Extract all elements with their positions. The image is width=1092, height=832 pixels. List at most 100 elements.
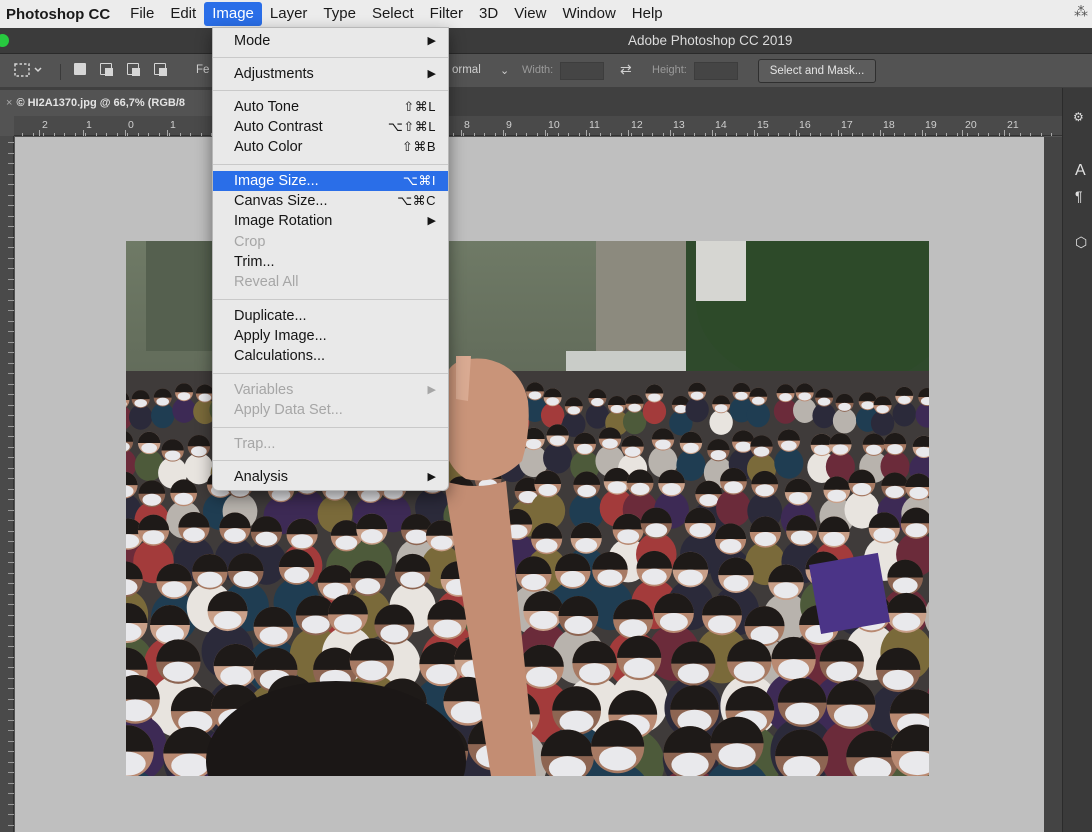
ruler-minor-tick <box>8 688 14 689</box>
select-and-mask-button[interactable]: Select and Mask... <box>758 59 876 83</box>
swap-dimensions-icon[interactable]: ⇄ <box>620 61 632 78</box>
paragraph-panel-icon[interactable]: ¶ <box>1075 188 1083 204</box>
menu-layer[interactable]: Layer <box>262 2 316 26</box>
close-tab-icon[interactable]: × <box>6 97 12 109</box>
menu-item-image-rotation[interactable]: Image Rotation ▶ <box>213 211 448 231</box>
menu-item-auto-tone[interactable]: Auto Tone ⇧⌘L <box>213 97 448 117</box>
ruler-minor-tick <box>967 133 968 136</box>
ruler-minor-tick <box>8 142 14 143</box>
ruler-minor-tick <box>8 373 14 374</box>
ruler-minor-tick <box>96 133 97 136</box>
document-tab-strip: × © HI2A1370.jpg @ 66,7% (RGB/8 <box>0 88 1062 116</box>
submenu-arrow-icon: ▶ <box>427 384 436 396</box>
menu-view[interactable]: View <box>506 2 554 26</box>
menu-item-analysis-label: Analysis <box>234 469 288 485</box>
style-select-chevron-icon[interactable]: ⌄ <box>500 64 509 77</box>
add-selection-icon[interactable] <box>100 63 113 78</box>
options-divider <box>60 64 61 80</box>
menu-filter[interactable]: Filter <box>422 2 471 26</box>
menu-separator <box>213 164 448 165</box>
window-zoom-button[interactable] <box>0 34 9 47</box>
ruler-minor-tick <box>8 363 14 364</box>
ruler-minor-tick <box>8 405 14 406</box>
ruler-minor-tick <box>8 174 14 175</box>
ruler-minor-tick <box>54 133 55 136</box>
menu-item-analysis[interactable]: Analysis ▶ <box>213 467 448 487</box>
menu-item-adjustments-label: Adjustments <box>234 66 314 82</box>
style-select[interactable]: ormal <box>452 64 481 76</box>
height-field[interactable] <box>694 62 738 80</box>
ruler-minor-tick <box>736 133 737 136</box>
3d-panel-icon[interactable]: ⬡ <box>1075 234 1087 251</box>
width-field[interactable] <box>560 62 604 80</box>
menu-item-auto-contrast-label: Auto Contrast <box>234 119 323 135</box>
shortcut-label: ⇧⌘B <box>401 139 436 154</box>
ruler-minor-tick <box>201 133 202 136</box>
ruler-minor-tick <box>631 133 632 136</box>
menu-window[interactable]: Window <box>554 2 623 26</box>
menu-item-apply-image-label: Apply Image... <box>234 328 327 344</box>
menu-item-mode[interactable]: Mode ▶ <box>213 31 448 51</box>
ruler-minor-tick <box>8 310 14 311</box>
new-selection-icon[interactable] <box>74 63 86 78</box>
menu-help[interactable]: Help <box>624 2 671 26</box>
menu-item-auto-color[interactable]: Auto Color ⇧⌘B <box>213 137 448 157</box>
ruler-minor-tick <box>180 133 181 136</box>
ruler-minor-tick <box>8 216 14 217</box>
menu-separator <box>213 299 448 300</box>
ruler-minor-tick <box>8 457 14 458</box>
shortcut-label: ⌥⇧⌘L <box>387 119 436 134</box>
menu-select[interactable]: Select <box>364 2 422 26</box>
menu-type[interactable]: Type <box>315 2 364 26</box>
ruler-number: 1 <box>170 119 176 131</box>
menu-item-adjustments[interactable]: Adjustments ▶ <box>213 64 448 84</box>
ruler-minor-tick <box>936 133 937 136</box>
menu-3d[interactable]: 3D <box>471 2 506 26</box>
ruler-minor-tick <box>64 133 65 136</box>
menu-item-auto-contrast[interactable]: Auto Contrast ⌥⇧⌘L <box>213 117 448 137</box>
menu-file[interactable]: File <box>122 2 162 26</box>
vertical-scrollbar[interactable] <box>1044 137 1062 832</box>
ruler-minor-tick <box>8 699 14 700</box>
menu-item-trim[interactable]: Trim... <box>213 252 448 272</box>
document-tab[interactable]: × © HI2A1370.jpg @ 66,7% (RGB/8 <box>0 90 214 116</box>
menu-item-duplicate[interactable]: Duplicate... <box>213 306 448 326</box>
subtract-selection-icon[interactable] <box>127 63 140 78</box>
properties-panel-icon[interactable]: ⚙ <box>1073 110 1084 124</box>
ruler-minor-tick <box>117 133 118 136</box>
ruler-minor-tick <box>8 468 14 469</box>
character-panel-icon[interactable]: A <box>1075 162 1086 180</box>
ruler-major-tick <box>1004 130 1005 136</box>
ruler-number: 21 <box>1007 119 1019 131</box>
menu-item-image-size[interactable]: Image Size... ⌥⌘I <box>213 171 448 191</box>
intersect-selection-icon[interactable] <box>154 63 167 78</box>
ruler-minor-tick <box>8 541 14 542</box>
app-menu[interactable]: Photoshop CC <box>0 6 122 23</box>
ruler-minor-tick <box>726 133 727 136</box>
ruler-number: 15 <box>757 119 769 131</box>
marquee-tool-icon[interactable] <box>14 62 44 81</box>
ruler-minor-tick <box>8 510 14 511</box>
vertical-ruler[interactable] <box>0 136 14 832</box>
menu-item-apply-image[interactable]: Apply Image... <box>213 326 448 346</box>
ruler-number: 8 <box>464 119 470 131</box>
status-menu-icon[interactable]: ⁂ <box>1074 3 1088 20</box>
ruler-minor-tick <box>1009 133 1010 136</box>
menu-item-variables: Variables ▶ <box>213 380 448 400</box>
menu-item-crop: Crop <box>213 232 448 252</box>
ruler-minor-tick <box>799 133 800 136</box>
menu-item-canvas-size[interactable]: Canvas Size... ⌥⌘C <box>213 191 448 211</box>
ruler-minor-tick <box>127 133 128 136</box>
ruler-minor-tick <box>8 751 14 752</box>
ruler-minor-tick <box>474 133 475 136</box>
horizontal-ruler[interactable]: 2 1 0 1 8 9 10 11 12 13 14 15 16 17 18 19 20 21 <box>14 116 1062 136</box>
ruler-minor-tick <box>8 562 14 563</box>
menu-edit[interactable]: Edit <box>162 2 204 26</box>
menu-item-calculations[interactable]: Calculations... <box>213 346 448 366</box>
menu-image[interactable]: Image <box>204 2 262 26</box>
menu-item-crop-label: Crop <box>234 234 266 250</box>
options-bar: Fe ormal ⌄ Width: ⇄ Height: Select and M… <box>0 54 1092 88</box>
ruler-minor-tick <box>8 447 14 448</box>
ruler-number: 20 <box>965 119 977 131</box>
ruler-minor-tick <box>8 825 14 826</box>
